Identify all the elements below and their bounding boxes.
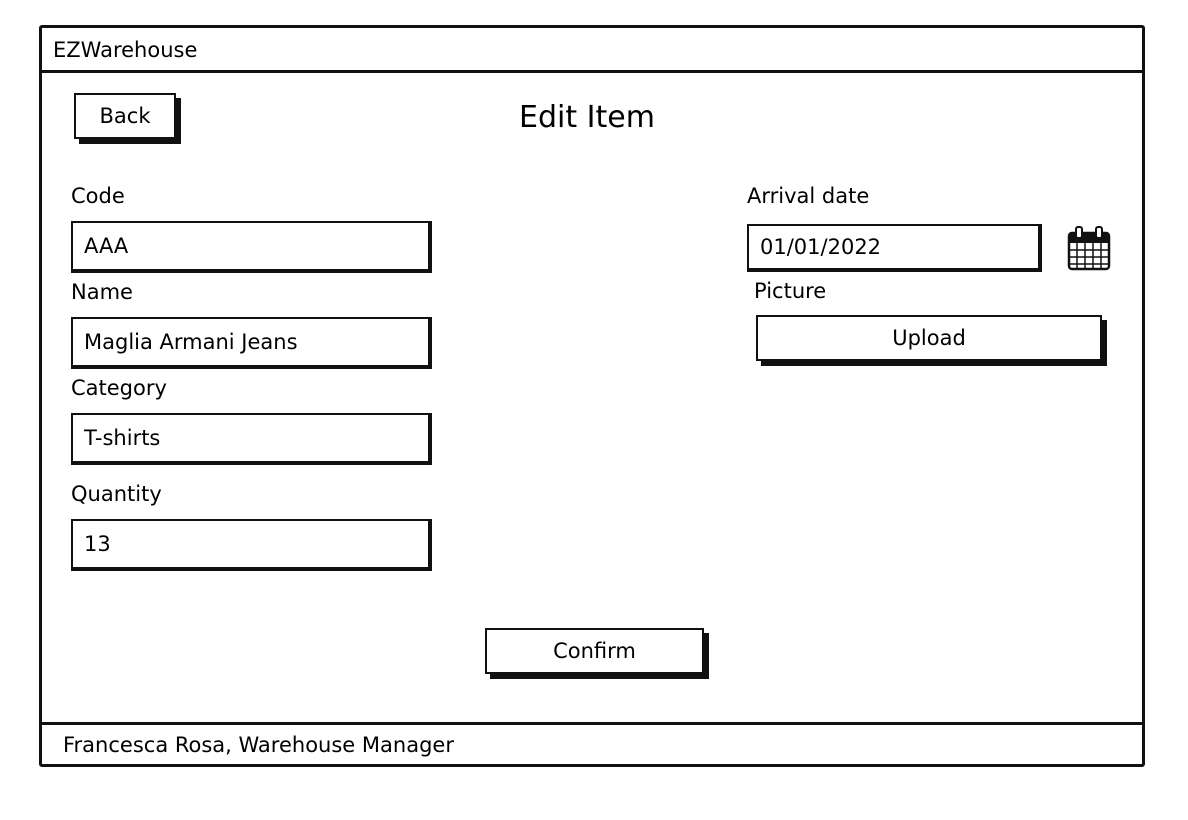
code-field[interactable] — [71, 221, 432, 273]
name-field[interactable] — [71, 317, 432, 369]
title-bar: EZWarehouse — [42, 28, 1142, 73]
app-title: EZWarehouse — [53, 38, 198, 62]
status-bar: Francesca Rosa, Warehouse Manager — [42, 722, 1142, 764]
upload-button[interactable]: Upload — [756, 315, 1102, 361]
page-title: Edit Item — [519, 100, 655, 135]
user-info: Francesca Rosa, Warehouse Manager — [63, 733, 454, 757]
arrival-date-label: Arrival date — [747, 184, 870, 208]
picture-label: Picture — [754, 279, 827, 303]
back-button[interactable]: Back — [74, 93, 176, 139]
quantity-field[interactable] — [71, 519, 432, 571]
calendar-icon[interactable] — [1067, 226, 1111, 272]
confirm-button[interactable]: Confirm — [485, 628, 704, 674]
quantity-label: Quantity — [71, 482, 162, 506]
category-field[interactable] — [71, 413, 432, 465]
code-label: Code — [71, 184, 125, 208]
arrival-date-field[interactable] — [747, 224, 1042, 272]
name-label: Name — [71, 280, 133, 304]
app-window: EZWarehouse Back Edit Item Code Name Cat… — [39, 25, 1145, 767]
category-label: Category — [71, 376, 167, 400]
